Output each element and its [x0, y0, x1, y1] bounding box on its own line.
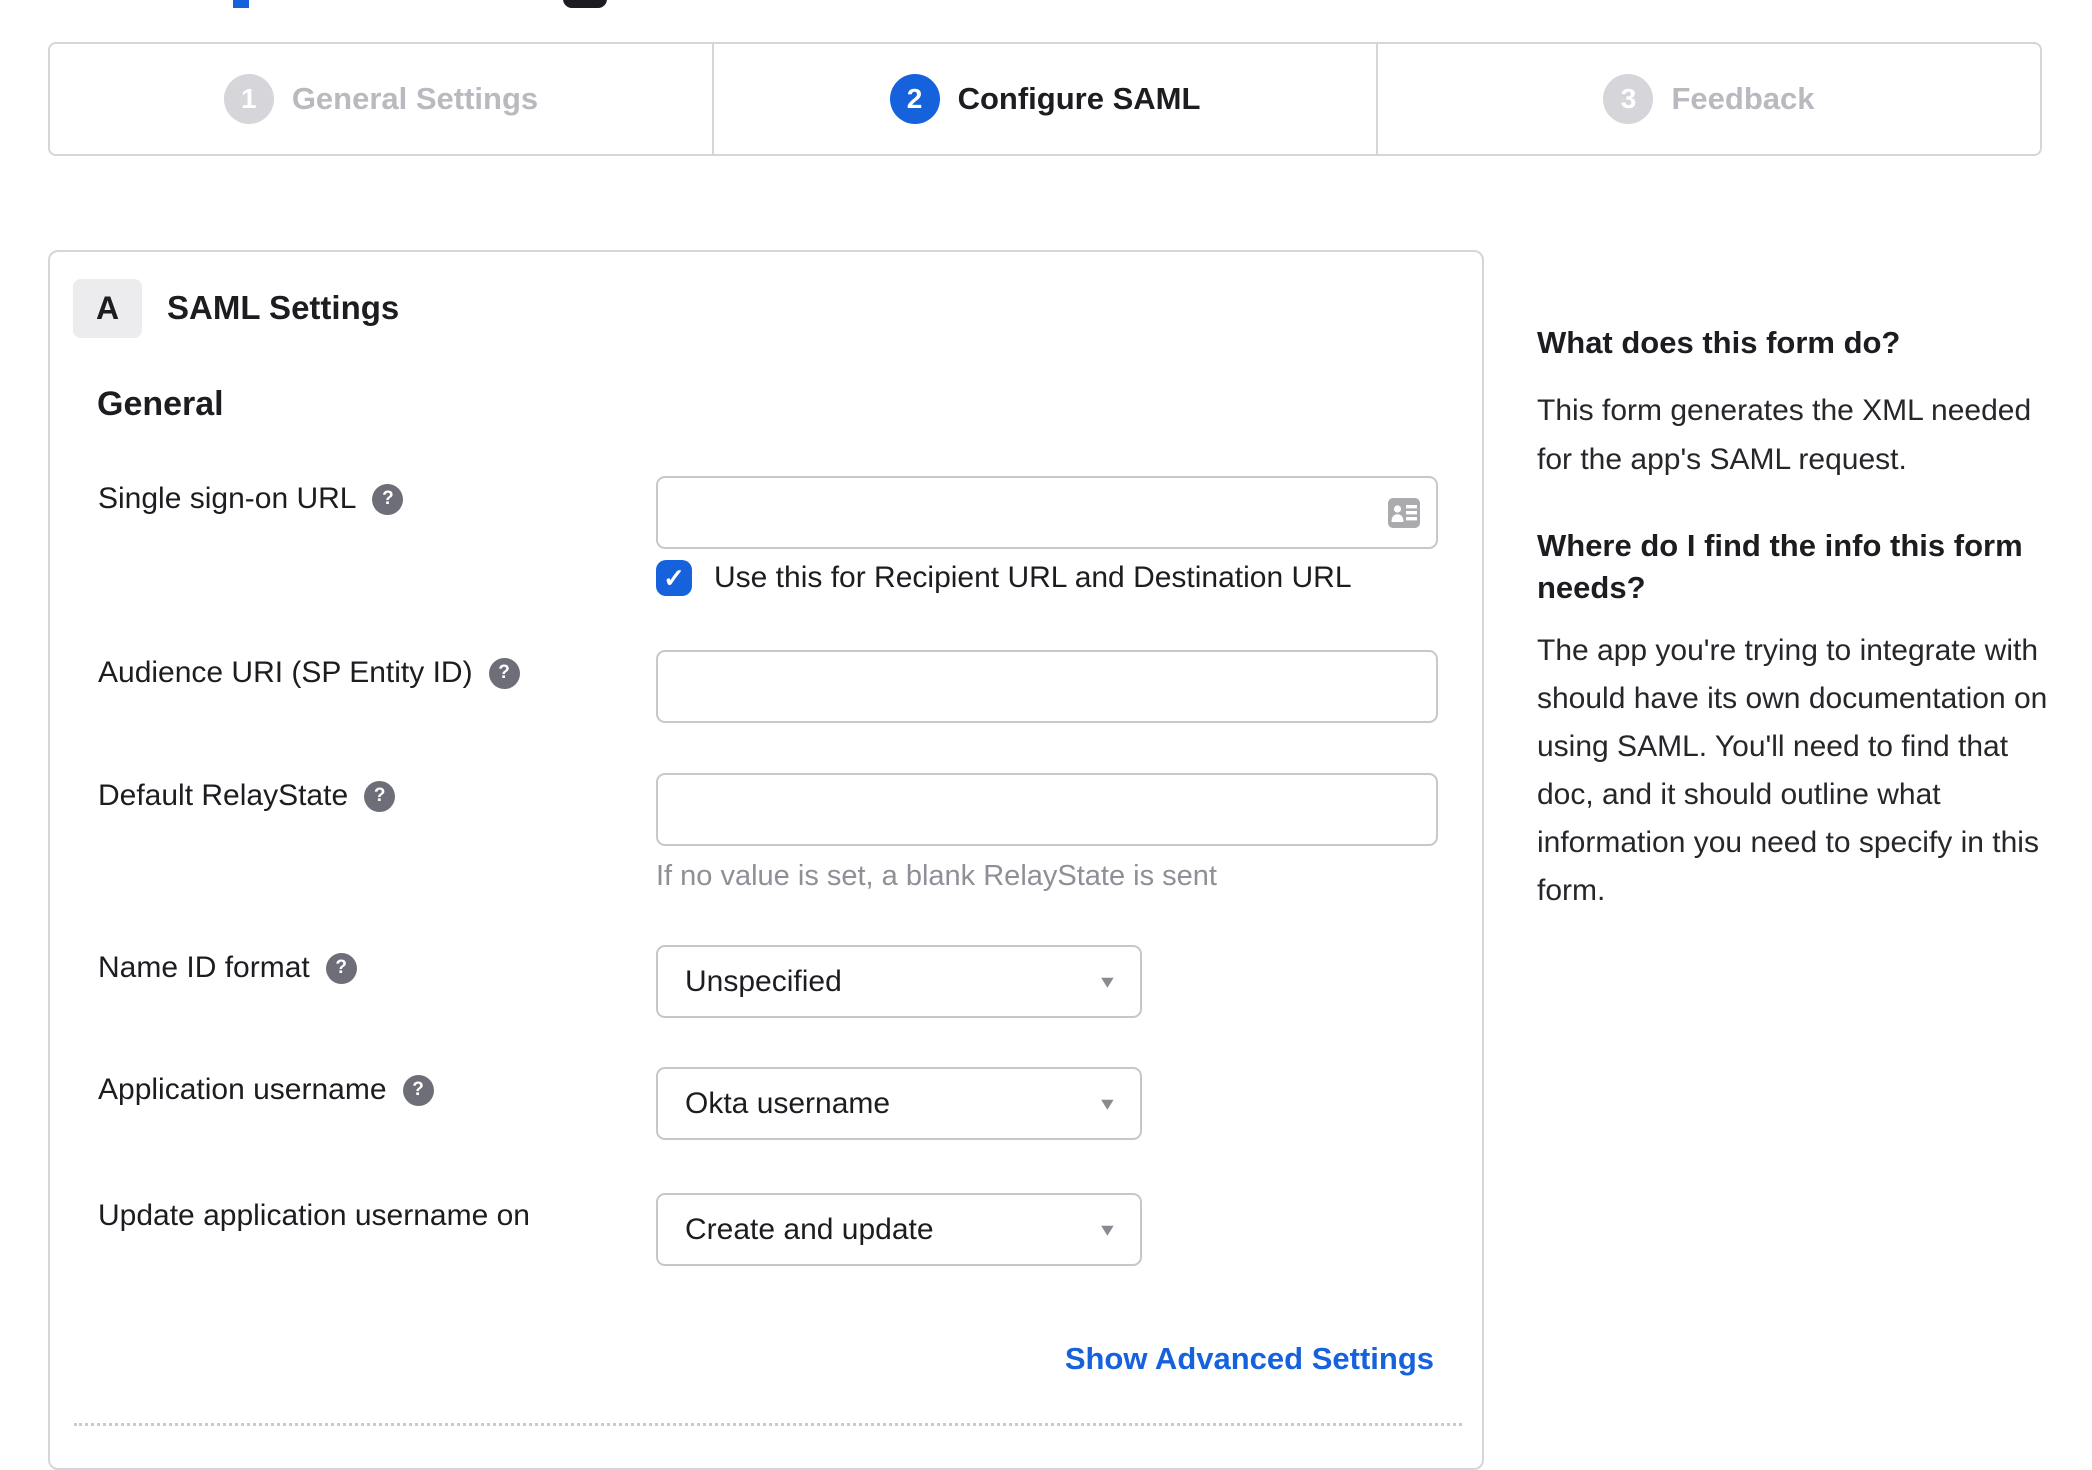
application-username-select[interactable]: Okta username ▼: [656, 1067, 1142, 1140]
audience-uri-label-text: Audience URI (SP Entity ID): [98, 656, 473, 689]
application-username-label-text: Application username: [98, 1073, 387, 1106]
application-username-help-icon[interactable]: ?: [402, 1074, 434, 1106]
application-username-value: Okta username: [685, 1086, 891, 1120]
single-sign-on-url-label: Single sign-on URL ?: [98, 479, 404, 519]
audience-uri-input[interactable]: [656, 650, 1438, 723]
step-1-number-badge: 1: [223, 74, 274, 124]
default-relaystate-label-text: Default RelayState: [98, 779, 349, 812]
step-3-label: Feedback: [1671, 81, 1815, 116]
recipient-url-checkbox-label: Use this for Recipient URL and Destinati…: [714, 561, 1352, 594]
update-app-username-label-text: Update application username on: [98, 1199, 530, 1232]
checkbox-check-icon: ✓: [663, 562, 685, 593]
update-app-username-label: Update application username on: [98, 1196, 530, 1236]
general-heading: General: [97, 385, 224, 423]
step-2-number-badge: 2: [889, 74, 940, 124]
single-sign-on-url-help-icon[interactable]: ?: [372, 483, 404, 515]
audience-uri-label: Audience URI (SP Entity ID) ?: [98, 653, 520, 693]
relaystate-hint-text: If no value is set, a blank RelayState i…: [656, 860, 1217, 892]
step-configure-saml[interactable]: 2 Configure SAML: [712, 44, 1376, 154]
default-relaystate-input[interactable]: [656, 773, 1438, 846]
section-a-badge: A: [73, 279, 142, 338]
default-relaystate-label: Default RelayState ?: [98, 776, 396, 816]
cropped-black-toggle: [563, 0, 607, 8]
configure-saml-page: { "colors": { "accent_blue": "#1662dd", …: [0, 0, 2092, 1470]
step-general-settings[interactable]: 1 General Settings: [50, 44, 712, 154]
chevron-down-icon: ▼: [1097, 972, 1119, 991]
recipient-url-checkbox[interactable]: ✓: [656, 560, 692, 596]
application-username-label: Application username ?: [98, 1070, 434, 1110]
panel-title: SAML Settings: [167, 289, 400, 326]
help-answer-2: The app you're trying to integrate with …: [1537, 634, 2048, 907]
single-sign-on-url-input[interactable]: [656, 476, 1438, 549]
help-answer-1: This form generates the XML needed for t…: [1537, 394, 2032, 476]
audience-uri-help-icon[interactable]: ?: [488, 657, 520, 689]
name-id-format-label: Name ID format ?: [98, 948, 357, 988]
saml-settings-panel: A SAML Settings General Single sign-on U…: [48, 250, 1484, 1470]
default-relaystate-help-icon[interactable]: ?: [364, 780, 396, 812]
step-3-number-badge: 3: [1603, 74, 1654, 124]
single-sign-on-url-label-text: Single sign-on URL: [98, 482, 357, 515]
name-id-format-value: Unspecified: [685, 964, 842, 998]
wizard-stepper: 1 General Settings 2 Configure SAML 3 Fe…: [48, 42, 2042, 156]
help-question-1: What does this form do?: [1537, 325, 1901, 360]
name-id-format-label-text: Name ID format: [98, 951, 310, 984]
update-app-username-select[interactable]: Create and update ▼: [656, 1193, 1142, 1266]
chevron-down-icon: ▼: [1097, 1094, 1119, 1113]
contact-card-icon: [1388, 498, 1420, 528]
step-1-label: General Settings: [291, 81, 539, 116]
step-2-label: Configure SAML: [957, 81, 1201, 116]
show-advanced-settings-link[interactable]: Show Advanced Settings: [1065, 1339, 1434, 1379]
chevron-down-icon: ▼: [1097, 1220, 1119, 1239]
update-app-username-value: Create and update: [685, 1212, 934, 1246]
name-id-format-select[interactable]: Unspecified ▼: [656, 945, 1142, 1018]
step-feedback[interactable]: 3 Feedback: [1376, 44, 2040, 154]
name-id-format-help-icon[interactable]: ?: [325, 952, 357, 984]
help-question-2: Where do I find the info this form needs…: [1537, 528, 2023, 605]
cropped-blue-accent: [233, 0, 249, 8]
